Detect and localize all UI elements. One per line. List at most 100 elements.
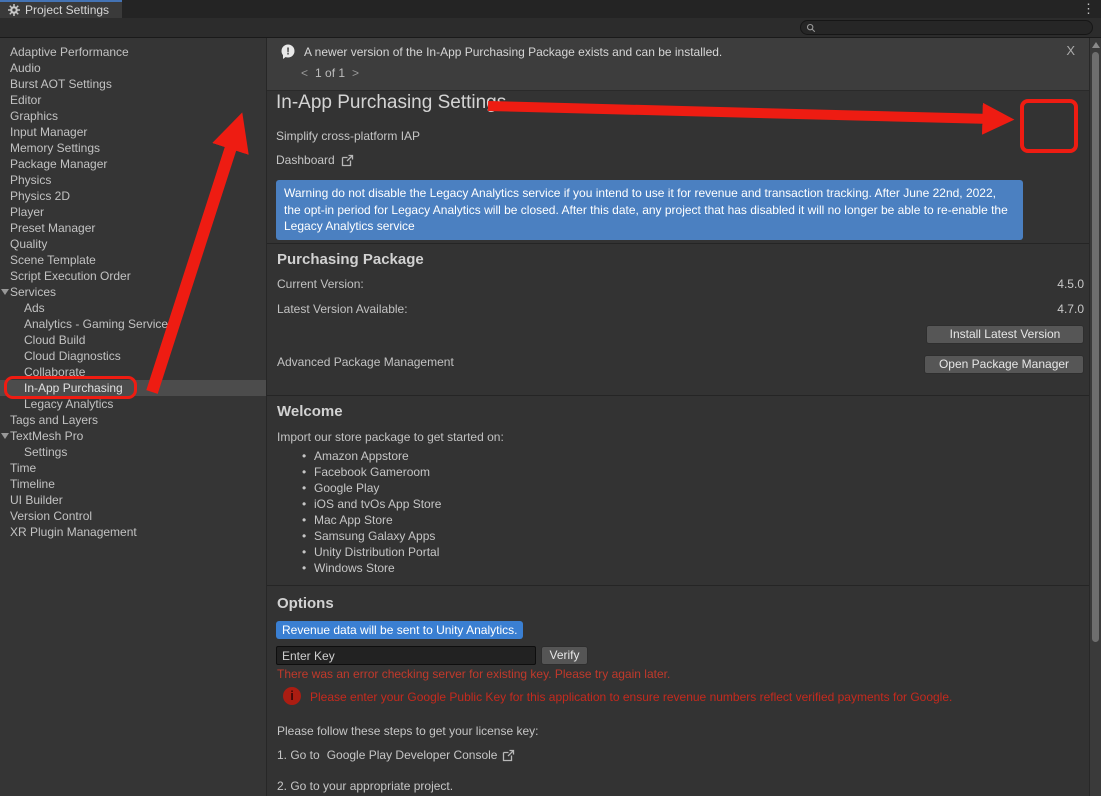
- sidebar-item-memory-settings[interactable]: Memory Settings: [0, 140, 266, 156]
- bullet-icon: •: [302, 480, 314, 496]
- bullet-icon: •: [302, 544, 314, 560]
- sidebar-item-analytics-gaming-services[interactable]: Analytics - Gaming Services: [0, 316, 266, 332]
- sidebar-item-physics-2d[interactable]: Physics 2D: [0, 188, 266, 204]
- close-icon[interactable]: X: [1066, 43, 1075, 58]
- sidebar-item-label: Collaborate: [24, 365, 85, 379]
- sidebar-item-cloud-diagnostics[interactable]: Cloud Diagnostics: [0, 348, 266, 364]
- tab-project-settings[interactable]: Project Settings: [0, 0, 122, 18]
- open-package-manager-button[interactable]: Open Package Manager: [924, 355, 1084, 374]
- sidebar-item-textmesh-pro[interactable]: TextMesh Pro: [0, 428, 266, 444]
- sidebar-item-package-manager[interactable]: Package Manager: [0, 156, 266, 172]
- toolbar: [0, 18, 1101, 38]
- sidebar-item-label: Input Manager: [10, 125, 87, 139]
- external-link-icon: [341, 154, 354, 167]
- store-list-item: •Facebook Gameroom: [302, 464, 441, 480]
- sidebar-item-legacy-analytics[interactable]: Legacy Analytics: [0, 396, 266, 412]
- scrollbar-thumb[interactable]: [1092, 52, 1099, 642]
- sidebar-item-label: UI Builder: [10, 493, 63, 507]
- sidebar-item-label: In-App Purchasing: [24, 381, 123, 395]
- google-key-message: Please enter your Google Public Key for …: [310, 687, 1070, 704]
- store-list: •Amazon Appstore•Facebook Gameroom•Googl…: [302, 448, 441, 576]
- notification-banner: ! A newer version of the In-App Purchasi…: [267, 38, 1089, 91]
- sidebar-item-tags-and-layers[interactable]: Tags and Layers: [0, 412, 266, 428]
- error-info-icon: i: [283, 687, 301, 705]
- sidebar-item-quality[interactable]: Quality: [0, 236, 266, 252]
- foldout-triangle-icon[interactable]: [1, 433, 9, 439]
- sidebar-item-label: XR Plugin Management: [10, 525, 137, 539]
- vertical-scrollbar[interactable]: [1089, 38, 1101, 796]
- sidebar-item-scene-template[interactable]: Scene Template: [0, 252, 266, 268]
- sidebar-item-adaptive-performance[interactable]: Adaptive Performance: [0, 44, 266, 60]
- sidebar-item-preset-manager[interactable]: Preset Manager: [0, 220, 266, 236]
- legacy-analytics-warning: Warning do not disable the Legacy Analyt…: [276, 180, 1023, 240]
- options-heading: Options: [277, 595, 334, 612]
- sidebar-item-label: Adaptive Performance: [10, 45, 129, 59]
- sidebar-item-in-app-purchasing[interactable]: In-App Purchasing: [0, 380, 266, 396]
- latest-version-label: Latest Version Available:: [277, 302, 408, 316]
- dashboard-link-label: Dashboard: [276, 153, 335, 167]
- store-list-item: •Unity Distribution Portal: [302, 544, 441, 560]
- svg-text:!: !: [286, 47, 289, 58]
- sidebar-item-services[interactable]: Services: [0, 284, 266, 300]
- sidebar-item-collaborate[interactable]: Collaborate: [0, 364, 266, 380]
- sidebar-item-label: Editor: [10, 93, 41, 107]
- google-play-console-link[interactable]: Google Play Developer Console: [327, 748, 498, 762]
- bullet-icon: •: [302, 528, 314, 544]
- dashboard-link[interactable]: Dashboard: [276, 153, 354, 167]
- sidebar-item-label: Services: [10, 285, 56, 299]
- store-name: Samsung Galaxy Apps: [314, 529, 435, 543]
- bullet-icon: •: [302, 448, 314, 464]
- search-icon: [806, 23, 816, 33]
- sidebar-item-input-manager[interactable]: Input Manager: [0, 124, 266, 140]
- sidebar-item-cloud-build[interactable]: Cloud Build: [0, 332, 266, 348]
- sidebar-item-audio[interactable]: Audio: [0, 60, 266, 76]
- sidebar-item-settings[interactable]: Settings: [0, 444, 266, 460]
- sidebar-item-player[interactable]: Player: [0, 204, 266, 220]
- sidebar-item-time[interactable]: Time: [0, 460, 266, 476]
- sidebar-item-ui-builder[interactable]: UI Builder: [0, 492, 266, 508]
- license-steps-intro: Please follow these steps to get your li…: [277, 724, 538, 738]
- sidebar-item-label: Cloud Build: [24, 333, 85, 347]
- page-subtitle: Simplify cross-platform IAP: [276, 129, 420, 143]
- store-name: Unity Distribution Portal: [314, 545, 439, 559]
- sidebar-item-label: Player: [10, 205, 44, 219]
- section-divider: [267, 585, 1089, 586]
- sidebar-item-xr-plugin-management[interactable]: XR Plugin Management: [0, 524, 266, 540]
- enter-key-input[interactable]: [276, 646, 536, 665]
- sidebar-item-timeline[interactable]: Timeline: [0, 476, 266, 492]
- sidebar-item-editor[interactable]: Editor: [0, 92, 266, 108]
- sidebar-item-ads[interactable]: Ads: [0, 300, 266, 316]
- purchasing-package-heading: Purchasing Package: [277, 251, 424, 268]
- tab-title: Project Settings: [25, 3, 109, 17]
- search-input[interactable]: [820, 22, 1087, 34]
- sidebar-item-label: Audio: [10, 61, 41, 75]
- foldout-triangle-icon[interactable]: [1, 289, 9, 295]
- current-version-label: Current Version:: [277, 277, 364, 291]
- sidebar-item-label: Quality: [10, 237, 47, 251]
- sidebar-item-script-execution-order[interactable]: Script Execution Order: [0, 268, 266, 284]
- pager-prev-icon[interactable]: <: [301, 66, 308, 80]
- sidebar-item-label: Graphics: [10, 109, 58, 123]
- sidebar-item-burst-aot-settings[interactable]: Burst AOT Settings: [0, 76, 266, 92]
- section-divider: [267, 243, 1089, 244]
- sidebar-item-graphics[interactable]: Graphics: [0, 108, 266, 124]
- sidebar-item-physics[interactable]: Physics: [0, 172, 266, 188]
- store-list-item: •Windows Store: [302, 560, 441, 576]
- sidebar-item-label: Package Manager: [10, 157, 107, 171]
- settings-sidebar: Adaptive Performance AudioBurst AOT Setti…: [0, 38, 267, 796]
- verify-button[interactable]: Verify: [541, 646, 588, 665]
- sidebar-item-label: Preset Manager: [10, 221, 95, 235]
- external-link-icon[interactable]: [502, 749, 515, 762]
- sidebar-item-version-control[interactable]: Version Control: [0, 508, 266, 524]
- sidebar-item-label: Memory Settings: [10, 141, 100, 155]
- sidebar-item-label: Legacy Analytics: [24, 397, 113, 411]
- search-box[interactable]: [800, 20, 1093, 35]
- kebab-menu-icon[interactable]: ⋮: [1082, 1, 1095, 17]
- scroll-up-icon[interactable]: [1092, 42, 1100, 48]
- pager-next-icon[interactable]: >: [352, 66, 359, 80]
- store-list-item: •Google Play: [302, 480, 441, 496]
- advanced-package-management-label: Advanced Package Management: [277, 355, 454, 369]
- current-version-value: 4.5.0: [1057, 277, 1084, 291]
- install-latest-version-button[interactable]: Install Latest Version: [926, 325, 1084, 344]
- store-list-item: •Mac App Store: [302, 512, 441, 528]
